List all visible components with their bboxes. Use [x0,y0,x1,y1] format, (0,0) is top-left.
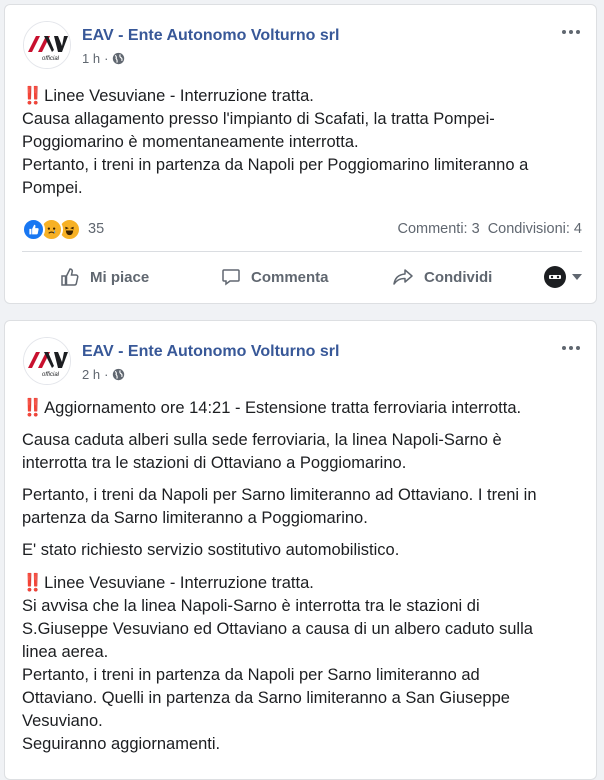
chevron-down-icon [572,274,582,280]
double-exclamation-icon: ‼️ [22,86,43,105]
globe-icon[interactable] [112,52,125,65]
post-line: ‼️ Linee Vesuviane - Interruzione tratta. [22,86,314,105]
post-meta: 2 h · [82,367,125,382]
post-header: official EAV - Ente Autonomo Volturno sr… [5,321,596,385]
post-as-selector[interactable] [544,266,582,288]
post-meta: 1 h · [82,51,125,66]
comments-count[interactable]: Commenti: 3 [397,221,479,237]
post-actions: Mi piace Commenta Condividi [22,257,582,297]
post-paragraph: Pertanto, i treni da Napoli per Sarno li… [22,484,582,530]
page-avatar[interactable]: official [23,21,71,69]
eav-logo-icon: official [24,22,70,68]
divider [22,251,582,252]
post-paragraph: E' stato richiesto servizio sostitutivo … [22,539,582,562]
post-line: Pertanto, i treni in partenza da Napoli … [22,156,529,174]
post-line: E' stato richiesto servizio sostitutivo … [22,541,400,559]
reaction-count: 35 [88,221,105,237]
comment-icon [222,269,240,286]
post-line: Pertanto, i treni da Napoli per Sarno li… [22,486,537,504]
post-card: official EAV - Ente Autonomo Volturno sr… [4,320,597,780]
post-line: S.Giuseppe Vesuviano ed Ottaviano a caus… [22,620,533,638]
post-line: Causa allagamento presso l'impianto di S… [22,110,495,128]
page-avatar[interactable]: official [23,337,71,385]
post-body: ‼️ Aggiornamento ore 14:21 - Estensione t… [22,396,582,756]
like-label: Mi piace [90,268,150,286]
logo-text: official [42,372,60,378]
share-button[interactable]: Condividi [392,267,492,287]
post-line: ‼️ Aggiornamento ore 14:21 - Estensione t… [22,398,522,417]
post-stats: 35 Commenti: 3 Condivisioni: 4 [22,215,582,243]
post-time[interactable]: 2 h [82,367,100,382]
post-card: official EAV - Ente Autonomo Volturno sr… [4,4,597,304]
eav-logo-icon: official [24,338,70,384]
post-header: official EAV - Ente Autonomo Volturno sr… [5,5,596,69]
thumbs-up-icon [61,268,79,286]
double-exclamation-icon: ‼️ [22,573,43,592]
reactions-summary[interactable]: 35 [22,217,105,241]
engagement-counts: Commenti: 3 Condivisioni: 4 [389,221,582,237]
post-line: Si avvisa che la linea Napoli-Sarno è in… [22,597,480,615]
post-line: Causa caduta alberi sulla sede ferroviar… [22,431,502,449]
double-exclamation-icon: ‼️ [22,398,43,417]
post-line: Pompei. [22,179,83,197]
post-line: linea aerea. [22,643,109,661]
page-name[interactable]: EAV - Ente Autonomo Volturno srl [82,343,339,361]
post-paragraph: ‼️ Aggiornamento ore 14:21 - Estensione t… [22,396,582,420]
post-line: Pertanto, i treni in partenza da Napoli … [22,666,480,684]
like-button[interactable]: Mi piace [60,267,149,287]
logo-text: official [42,56,60,62]
share-label: Condividi [424,268,493,286]
post-paragraph: ‼️ Linee Vesuviane - Interruzione tratta.… [22,571,582,756]
post-paragraph: ‼️ Linee Vesuviane - Interruzione tratta.… [22,84,582,200]
post-line: interrotta tra le stazioni di Ottaviano … [22,454,407,472]
shares-count[interactable]: Condivisioni: 4 [488,221,582,237]
separator-dot: · [104,367,109,382]
more-options-icon[interactable] [562,343,586,353]
comment-button[interactable]: Commenta [221,267,329,287]
post-line: partenza da Sarno limiteranno a Poggioma… [22,509,368,527]
post-line: Seguiranno aggiornamenti. [22,735,221,753]
more-options-icon[interactable] [562,27,586,37]
post-body: ‼️ Linee Vesuviane - Interruzione tratta.… [22,84,582,200]
post-line: Poggiomarino è momentaneamente interrott… [22,133,359,151]
share-icon [393,269,413,285]
comment-label: Commenta [251,268,329,286]
page-name[interactable]: EAV - Ente Autonomo Volturno srl [82,27,339,45]
post-line: Vesuviano. [22,712,103,730]
post-paragraph: Causa caduta alberi sulla sede ferroviar… [22,429,582,475]
profile-mini-avatar [544,266,566,288]
separator-dot: · [104,51,109,66]
post-line: Ottaviano. Quelli in partenza da Sarno l… [22,689,510,707]
post-time[interactable]: 1 h [82,51,100,66]
post-line: ‼️ Linee Vesuviane - Interruzione tratta. [22,573,314,592]
globe-icon[interactable] [112,368,125,381]
like-icon [22,217,45,241]
